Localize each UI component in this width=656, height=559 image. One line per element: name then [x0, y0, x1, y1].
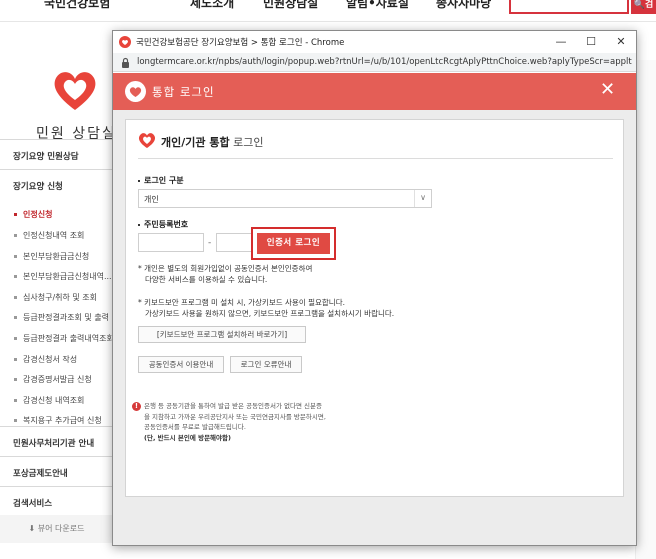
cert-issue-notice: 은행 등 공동기관을 통하여 발급 받은 공동인증서가 없다면 신분증 을 지참…	[144, 402, 326, 442]
rrn-dash: -	[208, 238, 212, 248]
popup-content: 개인/기관 통합 로그인 로그인 구분 개인 ∨ 주민등록번호 - 인증서 로그…	[113, 110, 636, 545]
chevron-down-icon: ∨	[414, 190, 431, 207]
search-icon: 🔍	[633, 0, 645, 10]
sidebar-item-review[interactable]: 심사청구/취하 및 조회	[14, 292, 113, 303]
sidebar-item-apply[interactable]: 인정신청	[14, 209, 113, 220]
viewer-download-link[interactable]: ⬇ 뷰어 다운로드	[0, 515, 113, 543]
window-titlebar[interactable]: 국민건강보험공단 장기요양보험 > 통합 로그인 - Chrome — ☐ ✕	[113, 31, 636, 53]
login-card: 개인/기관 통합 로그인 로그인 구분 개인 ∨ 주민등록번호 - 인증서 로그…	[125, 119, 624, 497]
card-divider	[138, 158, 613, 159]
sidebar-item-apply-history[interactable]: 인정신청내역 조회	[14, 230, 113, 241]
site-search-input[interactable]	[509, 0, 629, 14]
heart-favicon-icon	[119, 36, 131, 48]
sidebar-item-refund[interactable]: 본인부담환급금신청	[14, 251, 113, 262]
heart-logo-icon	[54, 72, 96, 110]
site-right-strip	[635, 60, 656, 559]
sidebar-item-reduction-cert[interactable]: 감경증명서발급 신청	[14, 374, 113, 385]
site-sidebar: 민원 상담실 장기요양 민원상담 장기요양 신청 인정신청 인정신청내역 조회 …	[0, 23, 115, 559]
popup-close-button[interactable]: ✕	[600, 79, 615, 100]
sidebar-item-welfare-equipment[interactable]: 복지용구 추가급여 신청	[14, 415, 113, 426]
maximize-button[interactable]: ☐	[576, 31, 606, 53]
rrn-label: 주민등록번호	[138, 219, 188, 230]
sidebar-item-reduction-history[interactable]: 감경신청 내역조회	[14, 395, 113, 406]
popup-header: 통합 로그인 ✕	[113, 73, 636, 110]
note-keyboard-security: * 키보드보안 프로그램 미 설치 시, 가상키보드 사용이 필요합니다. 가상…	[138, 298, 395, 318]
address-bar[interactable]: longtermcare.or.kr/npbs/auth/login/popup…	[113, 53, 636, 72]
sidebar-section-search[interactable]: 검색서비스	[0, 486, 113, 516]
sidebar-section-agency[interactable]: 민원사무처리기관 안내	[0, 426, 113, 456]
window-close-button[interactable]: ✕	[606, 31, 636, 53]
minimize-button[interactable]: —	[546, 31, 576, 53]
login-popup-window: 국민건강보험공단 장기요양보험 > 통합 로그인 - Chrome — ☐ ✕ …	[112, 30, 637, 546]
sidebar-item-refund-history[interactable]: 본인부담환급금신청내역...	[14, 271, 113, 282]
download-icon: ⬇	[28, 524, 38, 533]
sidebar-item-reduction-form[interactable]: 감경신청서 작성	[14, 354, 113, 365]
nav-item-workers[interactable]: 종사자마당	[436, 0, 491, 11]
login-type-label: 로그인 구분	[138, 175, 184, 186]
sidebar-item-grade-result[interactable]: 등급판정결과조회 및 출력	[14, 312, 113, 323]
sidebar-section-reward[interactable]: 포상금제도안내	[0, 456, 113, 486]
nav-item-system[interactable]: 제도소개	[190, 0, 234, 11]
rrn-back-input[interactable]	[216, 233, 252, 252]
nav-item-nhis[interactable]: 국민건강보험	[44, 0, 110, 11]
lock-icon	[122, 57, 129, 68]
window-title: 국민건강보험공단 장기요양보험 > 통합 로그인 - Chrome	[136, 38, 345, 48]
popup-title: 통합 로그인	[152, 85, 215, 99]
site-top-nav: 국민건강보험 제도소개 민원상담실 알림•자료실 종사자마당 🔍검	[0, 0, 656, 22]
rrn-front-input[interactable]	[138, 233, 204, 252]
cert-guide-button[interactable]: 공동인증서 이용안내	[138, 356, 224, 373]
card-title: 개인/기관 통합 로그인	[161, 136, 264, 149]
nav-item-civil[interactable]: 민원상담실	[263, 0, 318, 11]
sidebar-section-consult[interactable]: 장기요양 민원상담	[0, 139, 113, 169]
login-type-select[interactable]: 개인 ∨	[138, 189, 432, 208]
heart-title-icon	[138, 133, 156, 148]
install-keyboard-security-button[interactable]: [키보드보안 프로그램 설치하러 바로가기]	[138, 326, 306, 343]
url-text: longtermcare.or.kr/npbs/auth/login/popup…	[137, 57, 632, 67]
note-personal: * 개인은 별도의 회원가입없이 공동인증서 본인인증하여 다양한 서비스를 이…	[138, 264, 313, 284]
sidebar-item-grade-print[interactable]: 등급판정결과 출력내역조회	[14, 333, 113, 344]
heart-badge-icon	[125, 81, 146, 102]
warning-icon: !	[132, 402, 141, 411]
site-search-button[interactable]: 🔍검	[631, 0, 656, 14]
sidebar-section-apply[interactable]: 장기요양 신청	[0, 169, 113, 199]
nav-item-notice[interactable]: 알림•자료실	[346, 0, 409, 11]
cert-login-button[interactable]: 인증서 로그인	[257, 233, 330, 254]
login-error-guide-button[interactable]: 로그인 오류안내	[230, 356, 302, 373]
